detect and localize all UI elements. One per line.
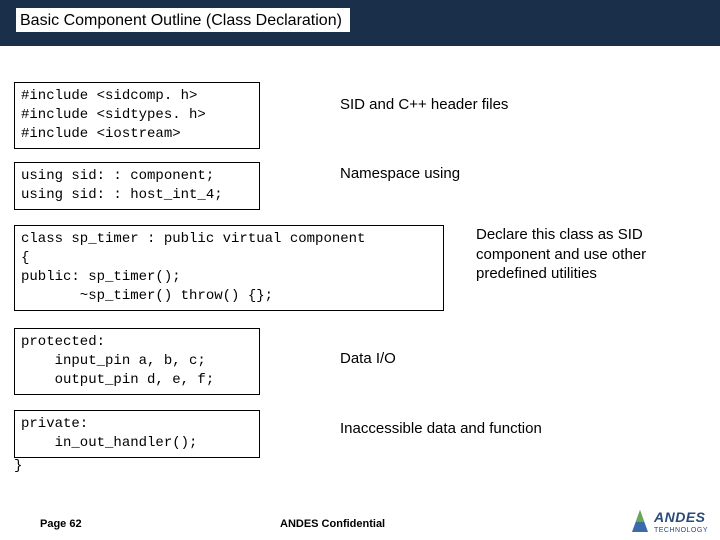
code-usings: using sid: : component; using sid: : hos…: [14, 162, 260, 210]
label-includes: SID and C++ header files: [340, 96, 508, 113]
title-bar: Basic Component Outline (Class Declarati…: [0, 0, 720, 46]
code-private: private: in_out_handler();: [14, 410, 260, 458]
code-protected: protected: input_pin a, b, c; output_pin…: [14, 328, 260, 395]
code-closebrace: }: [14, 458, 22, 474]
label-private: Inaccessible data and function: [340, 420, 542, 437]
code-includes: #include <sidcomp. h> #include <sidtypes…: [14, 82, 260, 149]
label-classdecl: Declare this class as SID component and …: [476, 225, 686, 284]
slide-title: Basic Component Outline (Class Declarati…: [20, 12, 342, 29]
logo-icon: [630, 508, 650, 534]
label-protected: Data I/O: [340, 350, 396, 367]
slide-content: #include <sidcomp. h> #include <sidtypes…: [0, 70, 720, 540]
footer-page: Page 62: [40, 518, 82, 530]
label-usings: Namespace using: [340, 165, 460, 182]
footer-confidential: ANDES Confidential: [280, 518, 385, 530]
logo-text: ANDES: [654, 509, 706, 525]
andes-logo: ANDES TECHNOLOGY: [630, 508, 708, 534]
code-classdecl: class sp_timer : public virtual componen…: [14, 225, 444, 311]
logo-subtext: TECHNOLOGY: [654, 527, 708, 534]
